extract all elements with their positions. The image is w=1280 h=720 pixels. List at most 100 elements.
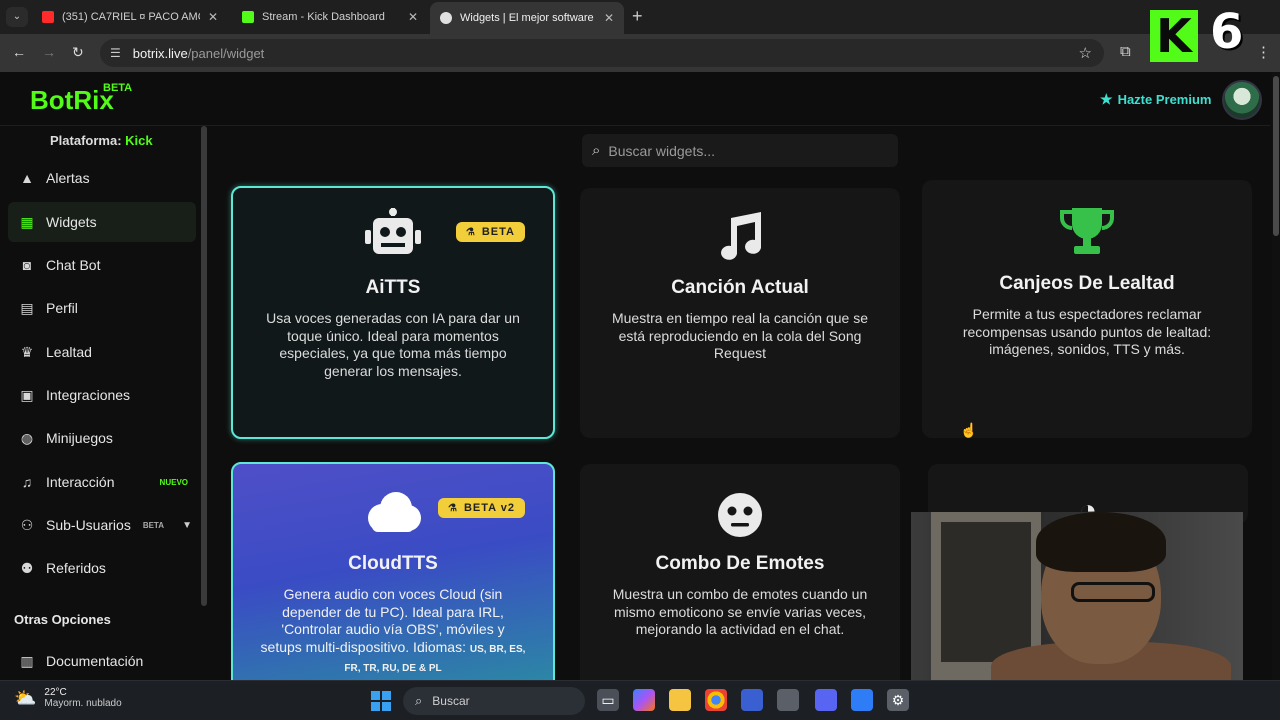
- platform-value: Kick: [125, 133, 153, 148]
- back-icon[interactable]: ←: [12, 44, 26, 60]
- sidebar-item-referidos[interactable]: ⚉ Referidos: [8, 548, 196, 588]
- sidebar-item-label: Integraciones: [46, 387, 131, 403]
- browser-tab-botrix[interactable]: Widgets | El mejor software para ✕: [430, 2, 624, 34]
- url-path: /panel/widget: [187, 45, 265, 61]
- widget-title: AiTTS: [365, 277, 421, 298]
- close-tab-icon[interactable]: ✕: [408, 10, 418, 24]
- premium-button[interactable]: ★ Hazte Premium: [1100, 91, 1211, 108]
- sidebar-item-label: Widgets: [46, 214, 97, 230]
- beta-badge: BETA: [142, 520, 164, 530]
- file-explorer-icon[interactable]: [669, 689, 691, 711]
- temperature: 22°C: [44, 687, 67, 698]
- grid-icon: ▦: [20, 213, 34, 230]
- document-icon: ▥: [20, 652, 34, 669]
- flask-icon: ⚗: [465, 226, 476, 238]
- sidebar-item-label: Documentación: [46, 653, 144, 669]
- webcam-person-hair: [1036, 512, 1166, 572]
- sidebar-item-interaccion[interactable]: ♫ Interacción NUEVO: [8, 462, 196, 502]
- chevron-down-icon[interactable]: ▼: [182, 520, 192, 531]
- store-icon[interactable]: [741, 689, 763, 711]
- sidebar-item-label: Referidos: [46, 560, 106, 576]
- sidebar-item-sub-usuarios[interactable]: ⚇ Sub-Usuarios BETA ▼: [8, 505, 196, 545]
- widget-card-cancion-actual[interactable]: Canción Actual Muestra en tiempo real la…: [580, 188, 900, 438]
- roblox-icon[interactable]: [851, 689, 873, 711]
- reload-icon[interactable]: ↻: [72, 44, 84, 61]
- cloudy-weather-icon: ⛅: [14, 687, 37, 708]
- address-bar[interactable]: ☰ botrix.live/panel/widget ☆: [100, 39, 1104, 67]
- extensions-icon[interactable]: ⧉: [1120, 43, 1131, 60]
- widget-card-combo-emotes[interactable]: Combo De Emotes Muestra un combo de emot…: [580, 464, 900, 694]
- widget-title: Canción Actual: [671, 277, 809, 298]
- close-tab-icon[interactable]: ✕: [604, 11, 614, 25]
- browser-tab-kick[interactable]: Stream - Kick Dashboard ✕: [232, 4, 428, 30]
- sidebar-item-minijuegos[interactable]: ◍ Minijuegos: [8, 418, 196, 458]
- sidebar-item-label: Lealtad: [46, 344, 92, 360]
- tab-title: Widgets | El mejor software para: [460, 12, 596, 24]
- settings-gear-icon[interactable]: ⚙: [887, 689, 909, 711]
- id-card-icon: ▤: [20, 299, 34, 316]
- close-tab-icon[interactable]: ✕: [208, 10, 218, 24]
- widget-card-aitts[interactable]: ⚗ BETA AiTTS Usa voces generadas con IA p…: [231, 186, 555, 439]
- beta-badge: ⚗ BETA: [455, 222, 525, 242]
- overlay-number: 6: [1210, 4, 1244, 60]
- scrollbar-thumb[interactable]: [1273, 76, 1279, 236]
- tab-search-dropdown-icon[interactable]: ⌄: [6, 7, 28, 27]
- widget-description: Genera audio con voces Cloud (sin depend…: [260, 586, 526, 674]
- trophy-icon: [922, 206, 1252, 268]
- sidebar-scrollbar[interactable]: [201, 126, 207, 606]
- browser-menu-icon[interactable]: ⋮: [1256, 43, 1271, 61]
- sidebar-item-lealtad[interactable]: ♛ Lealtad: [8, 332, 196, 372]
- taskbar-search[interactable]: ⌕ Buscar: [403, 687, 585, 715]
- widget-title: Canjeos De Lealtad: [999, 273, 1175, 294]
- sidebar-item-perfil[interactable]: ▤ Perfil: [8, 288, 196, 328]
- integrations-icon: ▣: [20, 386, 34, 403]
- sidebar-item-integraciones[interactable]: ▣ Integraciones: [8, 375, 196, 415]
- robot-icon: ◙: [22, 257, 32, 273]
- forward-icon[interactable]: →: [42, 44, 56, 60]
- widget-title: Combo De Emotes: [655, 553, 825, 574]
- platform-label: Plataforma:: [50, 133, 122, 148]
- browser-toolbar: ← → ↻ ☰ botrix.live/panel/widget ☆ ⧉ ⋮: [0, 34, 1280, 72]
- botrix-favicon-icon: [440, 12, 452, 24]
- widget-search-input[interactable]: ⌕ Buscar widgets...: [582, 134, 898, 167]
- music-icon: ♫: [21, 474, 33, 490]
- weather-widget[interactable]: ⛅ 22°C Mayorm. nublado: [14, 687, 122, 709]
- widget-card-canjeos-lealtad[interactable]: Canjeos De Lealtad Permite a tus especta…: [922, 180, 1252, 438]
- site-info-icon[interactable]: ☰: [110, 46, 121, 60]
- chrome-icon[interactable]: [705, 689, 727, 711]
- sidebar: Plataforma: Kick ▲ Alertas ▦ Widgets ◙ C…: [0, 126, 208, 680]
- widget-card-cloudtts[interactable]: ⚗ BETA v2 CloudTTS Genera audio con voces…: [231, 462, 555, 692]
- sidebar-item-label: Interacción: [46, 474, 115, 490]
- star-icon: ★: [1100, 91, 1113, 107]
- referral-icon: ⚉: [20, 559, 34, 576]
- steam-icon[interactable]: [777, 689, 799, 711]
- browser-tab-strip: ⌄ (351) CA7RIEL ¤ PACO AMOROSO ✕ Stream …: [0, 0, 1280, 34]
- sidebar-item-documentacion[interactable]: ▥ Documentación: [8, 641, 196, 681]
- windows-start-icon[interactable]: [371, 691, 391, 711]
- widget-description: Usa voces generadas con IA para dar un t…: [266, 310, 520, 379]
- botrix-logo[interactable]: BotRix: [30, 85, 114, 116]
- new-tab-icon[interactable]: +: [632, 6, 643, 27]
- sidebar-item-alertas[interactable]: ▲ Alertas: [8, 158, 196, 198]
- search-placeholder: Buscar widgets...: [608, 142, 716, 159]
- app-header: BotRix BETA ★ Hazte Premium: [0, 72, 1270, 126]
- url-host: botrix.live: [132, 45, 188, 61]
- bookmark-star-icon[interactable]: ☆: [1079, 44, 1092, 62]
- beta-v2-badge: ⚗ BETA v2: [438, 498, 525, 518]
- avatar[interactable]: [1222, 80, 1262, 120]
- task-view-icon[interactable]: ▭: [597, 689, 619, 711]
- sidebar-item-chat-bot[interactable]: ◙ Chat Bot: [8, 245, 196, 285]
- sidebar-item-label: Minijuegos: [46, 430, 113, 446]
- browser-tab-youtube[interactable]: (351) CA7RIEL ¤ PACO AMOROSO ✕: [32, 4, 228, 30]
- copilot-icon[interactable]: [633, 689, 655, 711]
- discord-icon[interactable]: [815, 689, 837, 711]
- page-scrollbar[interactable]: [1272, 72, 1280, 680]
- kick-favicon-icon: [242, 11, 254, 23]
- new-badge: NUEVO: [159, 477, 188, 487]
- warning-icon: ▲: [20, 170, 34, 186]
- flask-icon: ⚗: [448, 502, 458, 514]
- tab-title: (351) CA7RIEL ¤ PACO AMOROSO: [62, 11, 200, 23]
- widget-description: Muestra un combo de emotes cuando un mis…: [612, 586, 868, 637]
- premium-label: Hazte Premium: [1117, 92, 1212, 107]
- sidebar-item-widgets[interactable]: ▦ Widgets: [8, 202, 196, 242]
